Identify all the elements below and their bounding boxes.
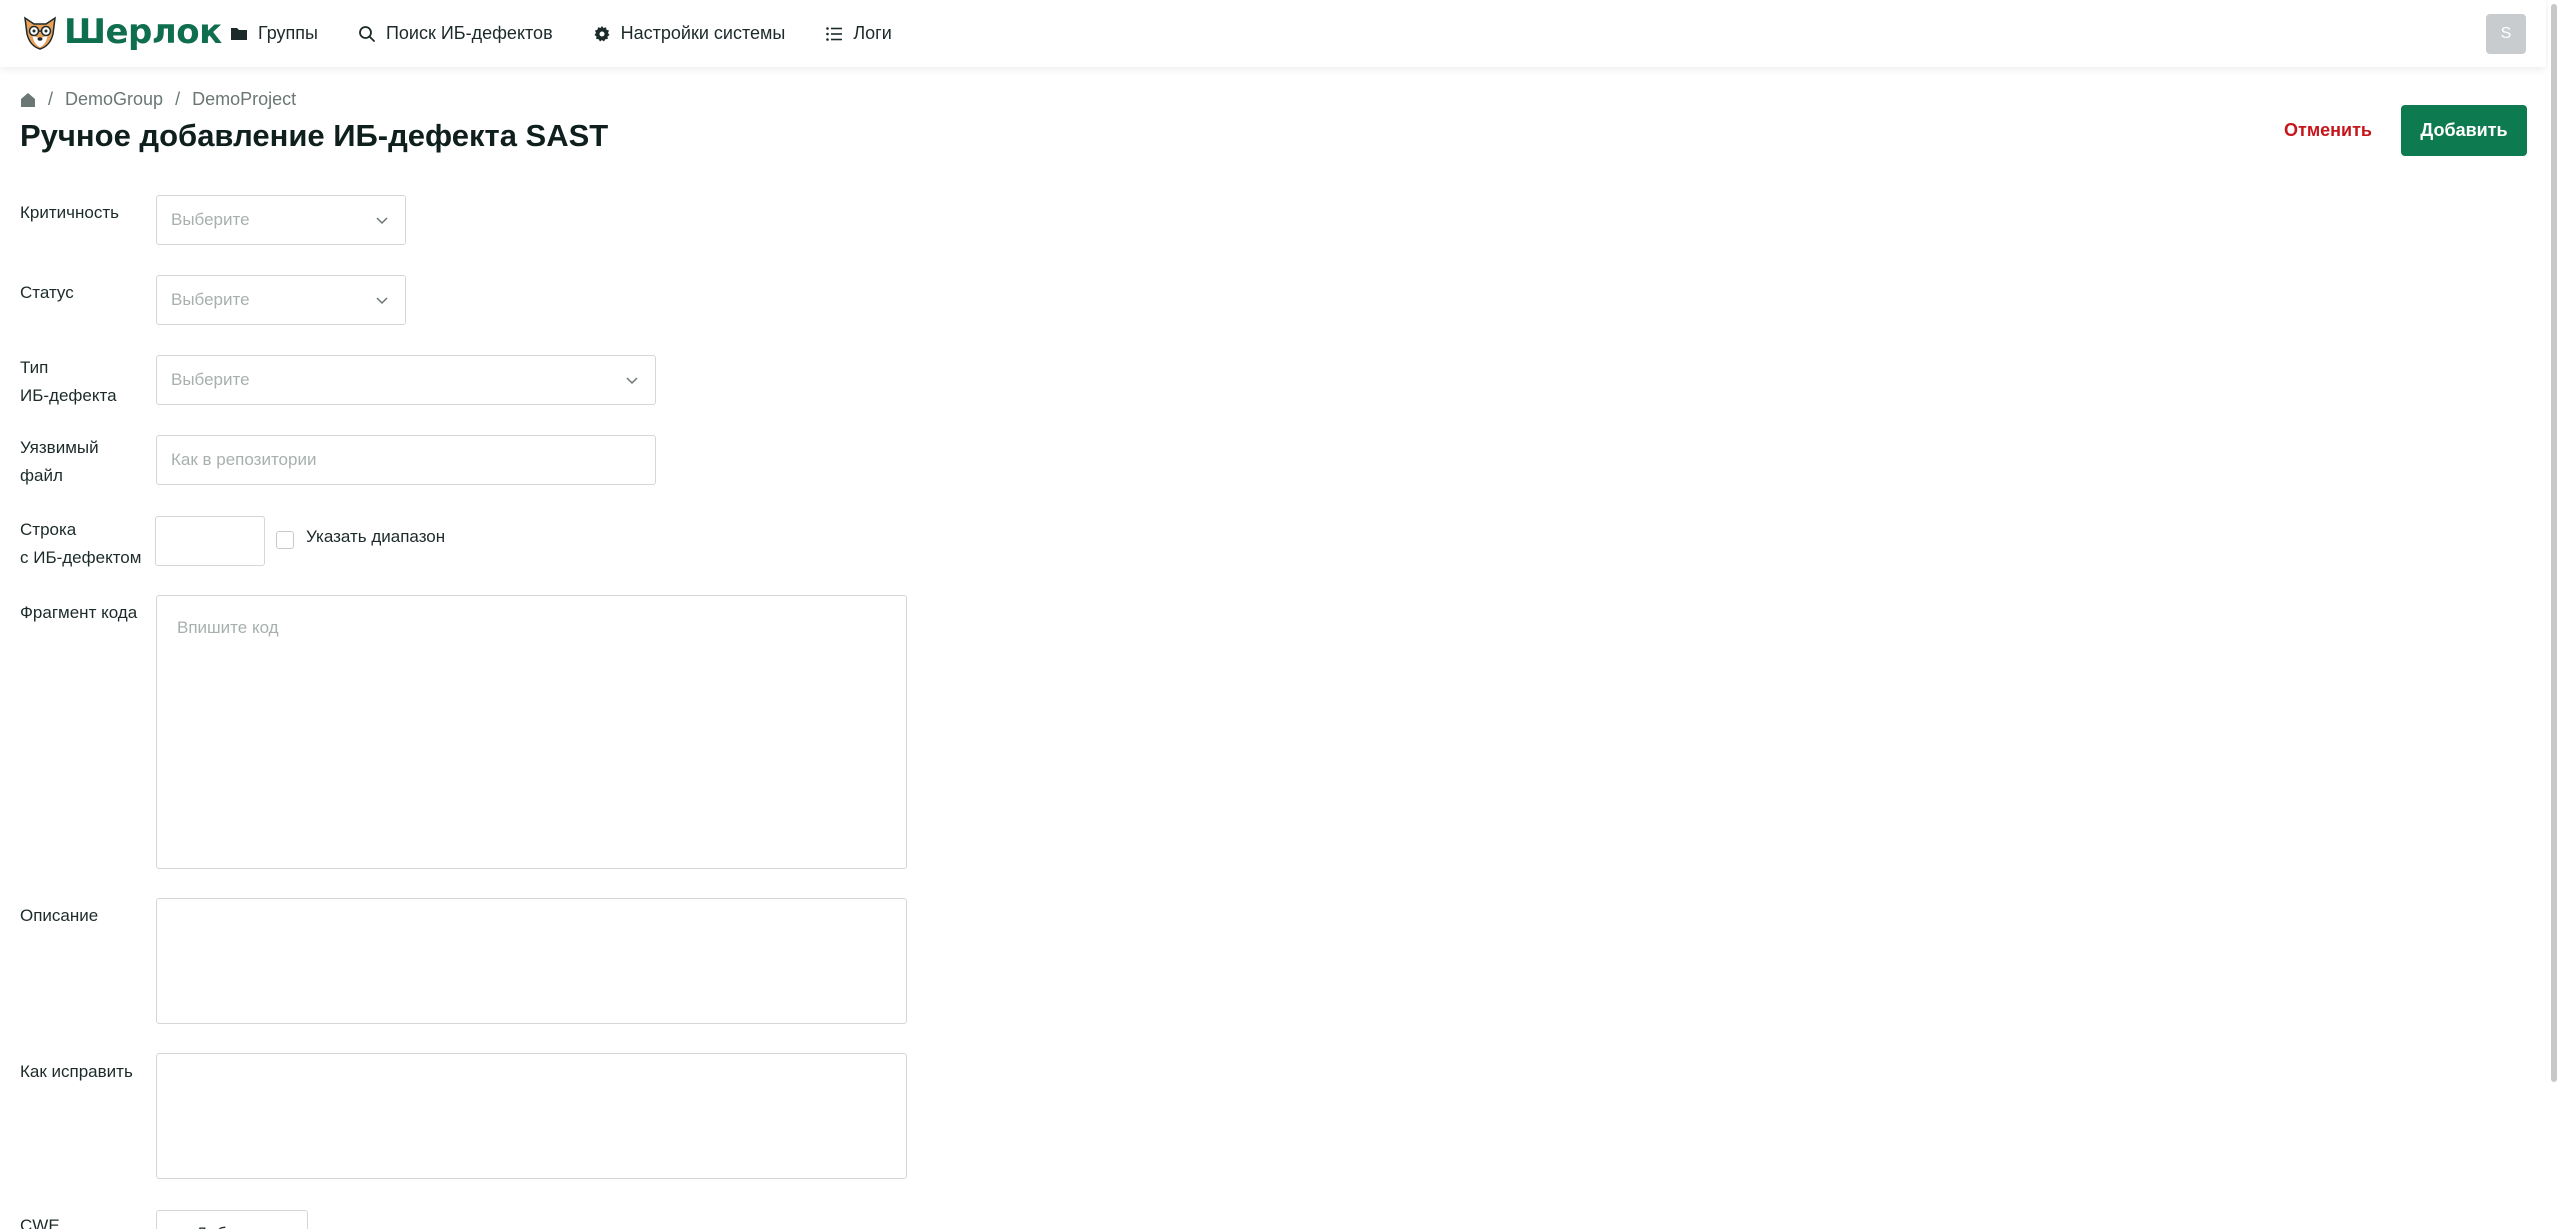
vulnerable-file-input[interactable] (156, 435, 656, 485)
defect-type-select[interactable]: Выберите (156, 355, 656, 405)
defect-line-label-line2: с ИБ-дефектом (20, 548, 142, 567)
vulnerable-file-label-line1: Уязвимый (20, 438, 99, 457)
defect-type-label-line2: ИБ-дефекта (20, 386, 117, 405)
defect-line-input[interactable] (155, 516, 265, 566)
how-to-fix-label: Как исправить (20, 1062, 133, 1081)
nav-logs-label: Логи (853, 23, 892, 43)
range-checkbox[interactable] (276, 531, 294, 549)
how-to-fix-textarea[interactable] (156, 1053, 907, 1179)
breadcrumb-group[interactable]: DemoGroup (65, 89, 163, 110)
defect-type-label-line1: Тип (20, 358, 49, 377)
nav-search[interactable]: Поиск ИБ-дефектов (358, 23, 553, 44)
severity-placeholder: Выберите (171, 210, 250, 229)
home-icon[interactable] (20, 92, 36, 108)
user-avatar[interactable]: S (2486, 14, 2526, 54)
gear-icon (594, 25, 610, 41)
severity-select[interactable]: Выберите (156, 195, 406, 245)
breadcrumb: / DemoGroup / DemoProject (20, 89, 296, 110)
add-cwe-button[interactable]: + Добавить (156, 1210, 308, 1229)
vulnerable-file-label-line2: файл (20, 466, 63, 485)
nav-search-label: Поиск ИБ-дефектов (385, 23, 553, 43)
nav-logs[interactable]: Логи (825, 23, 892, 44)
app-logo[interactable]: Шерлок (20, 12, 222, 52)
code-fragment-textarea[interactable] (156, 595, 907, 869)
search-icon (359, 25, 375, 42)
status-select[interactable]: Выберите (156, 275, 406, 325)
breadcrumb-separator: / (48, 89, 54, 109)
status-placeholder: Выберите (171, 290, 250, 309)
nav-settings[interactable]: Настройки системы (593, 23, 786, 44)
range-checkbox-label[interactable]: Указать диапазон (306, 527, 445, 547)
defect-type-label: Тип ИБ-дефекта (20, 354, 117, 410)
nav-groups[interactable]: Группы (230, 23, 318, 44)
severity-label: Критичность (20, 203, 119, 222)
page-scrollbar-thumb[interactable] (2551, 4, 2557, 1082)
dog-logo-icon (24, 16, 56, 50)
description-label: Описание (20, 906, 99, 925)
status-label: Статус (20, 283, 74, 302)
defect-type-placeholder: Выберите (171, 370, 250, 389)
cancel-button[interactable]: Отменить (2270, 112, 2386, 148)
nav-groups-label: Группы (258, 23, 318, 43)
description-textarea[interactable] (156, 898, 907, 1024)
top-navbar: Шерлок Группы Поиск ИБ-дефектов Настройк… (0, 0, 2546, 67)
app-name: Шерлок (64, 12, 222, 52)
chevron-down-icon (376, 217, 388, 225)
defect-line-label-line1: Строка (20, 520, 77, 539)
code-fragment-label: Фрагмент кода (20, 603, 138, 622)
add-button[interactable]: Добавить (2401, 105, 2527, 156)
chevron-down-icon (626, 377, 638, 385)
breadcrumb-project[interactable]: DemoProject (192, 89, 296, 110)
chevron-down-icon (376, 297, 388, 305)
defect-line-label: Строка с ИБ-дефектом (20, 516, 141, 572)
cwe-label: CWE (20, 1216, 60, 1229)
vulnerable-file-label: Уязвимый файл (20, 434, 99, 490)
breadcrumb-separator: / (175, 89, 181, 109)
folder-icon (231, 27, 247, 40)
list-icon (826, 26, 843, 41)
main-nav: Группы Поиск ИБ-дефектов Настройки систе… (230, 0, 932, 67)
nav-settings-label: Настройки системы (620, 23, 786, 43)
page-title: Ручное добавление ИБ-дефекта SAST (20, 118, 609, 153)
